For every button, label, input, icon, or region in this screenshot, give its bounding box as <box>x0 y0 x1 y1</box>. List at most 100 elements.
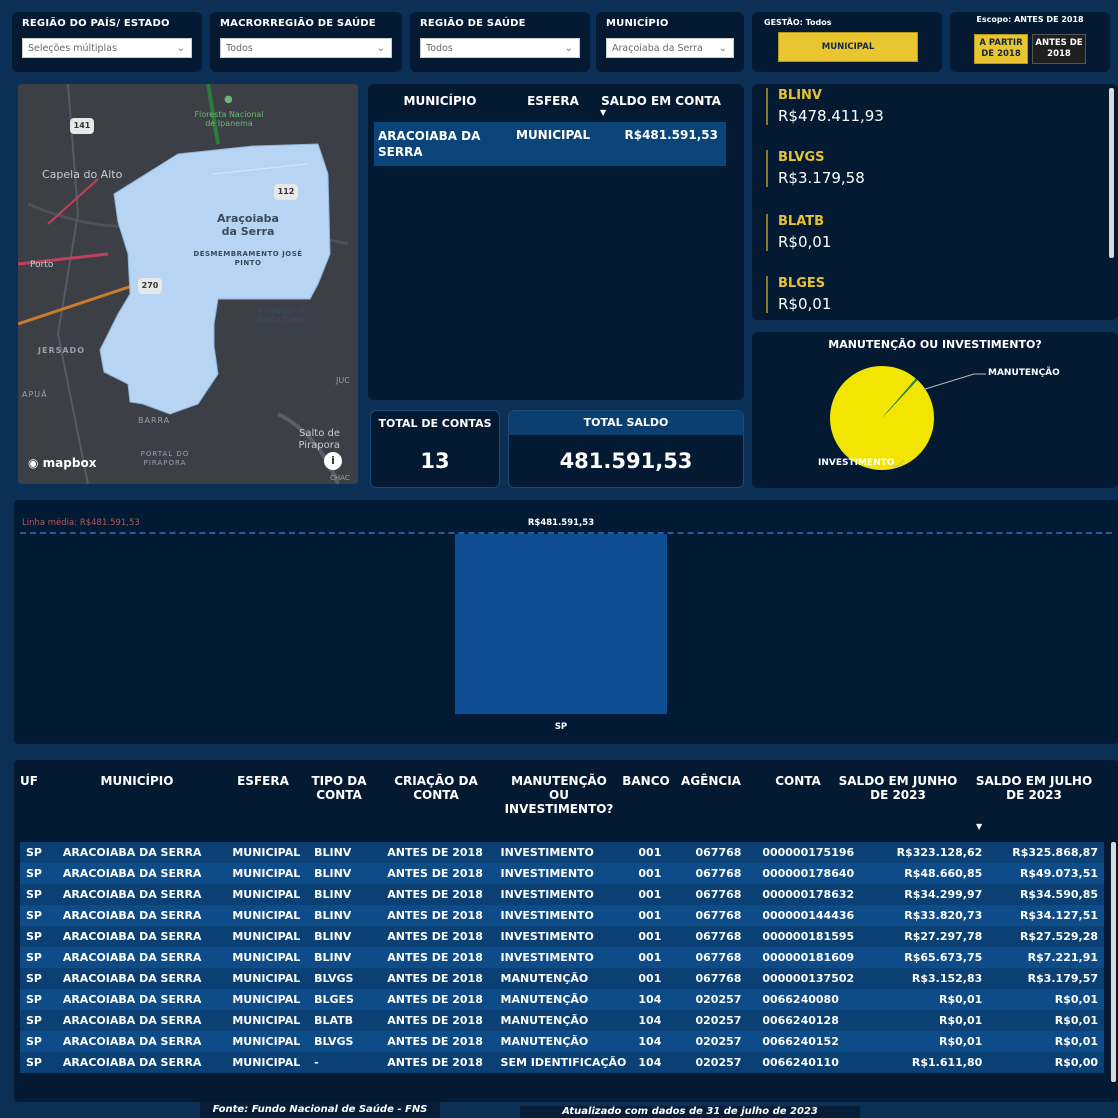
col-header-esfera[interactable]: ESFERA <box>228 774 298 788</box>
col-header-banco[interactable]: BANCO <box>618 774 674 788</box>
filter-label: MACRORREGIÃO DE SAÚDE <box>220 18 376 29</box>
pie-slice-investimento[interactable] <box>830 366 935 471</box>
cell-banco: 001 <box>638 888 662 901</box>
col-header-saldo[interactable]: SALDO EM CONTA <box>596 94 726 108</box>
col-header-tipo[interactable]: TIPO DA CONTA <box>304 774 374 802</box>
table-row[interactable]: SP ARACOIABA DA SERRA MUNICIPAL BLATB ANTES … <box>20 1010 1104 1031</box>
cell-agencia: 020257 <box>695 993 742 1006</box>
map-label: Porto <box>30 260 54 270</box>
mapbox-logo[interactable]: ◉ mapbox <box>28 456 96 470</box>
scrollbar[interactable] <box>1111 842 1116 1082</box>
municipio-table-panel: MUNICÍPIO ESFERA SALDO EM CONTA ▼ ARACOI… <box>368 84 744 400</box>
cell-conta: 000000181595 <box>762 930 855 943</box>
cell-tipo: - <box>314 1056 319 1069</box>
cell-municipio: ARACOIABA DA SERRA <box>62 1035 202 1048</box>
mapbox-icon: ◉ <box>28 456 39 470</box>
municipio-select[interactable]: Araçoiaba da Serra ⌄ <box>606 38 734 58</box>
road-shield: 270 <box>138 278 162 294</box>
cell-criacao: ANTES DE 2018 <box>387 930 483 943</box>
info-icon[interactable]: i <box>324 452 342 470</box>
map-canvas[interactable] <box>18 84 358 484</box>
cell-esfera: MUNICIPAL <box>516 128 591 142</box>
cell-uf: SP <box>26 1056 42 1069</box>
antes-2018-button[interactable]: ANTES DE 2018 <box>1032 34 1086 64</box>
chevron-down-icon: ⌄ <box>376 43 385 54</box>
map-panel[interactable]: Floresta Nacional de Ipanema ● Capela do… <box>18 84 358 484</box>
col-header-agencia[interactable]: AGÊNCIA <box>676 774 746 788</box>
table-row[interactable]: SP ARACOIABA DA SERRA MUNICIPAL BLINV ANTES … <box>20 842 1104 863</box>
macrorregiao-select[interactable]: Todos ⌄ <box>220 38 392 58</box>
cell-criacao: ANTES DE 2018 <box>387 846 483 859</box>
total-saldo-card: TOTAL SALDO 481.591,53 <box>508 410 744 488</box>
cell-esfera: MUNICIPAL <box>232 867 301 880</box>
cell-municipio: ARACOIABA DA SERRA <box>62 930 202 943</box>
card-value: R$0,01 <box>778 233 832 251</box>
cell-saldo-junho: R$27.297,78 <box>904 930 983 943</box>
table-row[interactable]: SP ARACOIABA DA SERRA MUNICIPAL - ANTES DE 2… <box>20 1052 1104 1073</box>
footer-updated: Atualizado com dados de 31 de julho de 2… <box>520 1106 860 1118</box>
col-header-esfera[interactable]: ESFERA <box>518 94 588 108</box>
road-shield: 112 <box>274 184 298 200</box>
chevron-down-icon: ⌄ <box>718 43 727 54</box>
scrollbar[interactable] <box>1109 88 1114 258</box>
regiao-saude-select[interactable]: Todos ⌄ <box>420 38 580 58</box>
average-line-label: Linha média: R$481.591,53 <box>22 518 140 528</box>
sort-desc-icon[interactable]: ▼ <box>976 822 982 831</box>
col-header-saldo-julho[interactable]: SALDO EM JULHO DE 2023 <box>974 774 1094 802</box>
pie-label-manutencao: MANUTENÇÃO <box>988 368 1060 378</box>
cell-tipo: BLINV <box>314 867 352 880</box>
table-row[interactable]: SP ARACOIABA DA SERRA MUNICIPAL BLINV ANTES … <box>20 947 1104 968</box>
cell-uf: SP <box>26 867 42 880</box>
card-blges: BLGES R$0,01 <box>766 276 831 313</box>
regiao-select[interactable]: Seleções múltiplas ⌄ <box>22 38 192 58</box>
sort-desc-icon[interactable]: ▼ <box>600 108 606 117</box>
cell-saldo-junho: R$34.299,97 <box>904 888 983 901</box>
col-header-municipio[interactable]: MUNICÍPIO <box>72 774 202 788</box>
col-header-criacao[interactable]: CRIAÇÃO DA CONTA <box>386 774 486 802</box>
a-partir-2018-button[interactable]: A PARTIR DE 2018 <box>974 34 1028 64</box>
cell-agencia: 067768 <box>695 951 742 964</box>
col-header-manutencao[interactable]: MANUTENÇÃO OU INVESTIMENTO? <box>504 774 614 816</box>
gestao-label: GESTÃO: Todos <box>764 18 832 27</box>
cell-saldo-julho: R$27.529,28 <box>1019 930 1098 943</box>
table-row[interactable]: SP ARACOIABA DA SERRA MUNICIPAL BLINV ANTES … <box>20 863 1104 884</box>
total-saldo-label: TOTAL SALDO <box>509 411 743 435</box>
cell-municipio: ARACOIABA DA SERRA <box>62 1056 202 1069</box>
cell-criacao: ANTES DE 2018 <box>387 951 483 964</box>
select-value: Seleções múltiplas <box>28 43 117 54</box>
cell-esfera: MUNICIPAL <box>232 909 301 922</box>
cell-saldo-julho: R$325.868,87 <box>1012 846 1098 859</box>
map-label: Floresta Nacional de Ipanema <box>194 110 264 128</box>
cell-tipo: BLINV <box>314 888 352 901</box>
table-row[interactable]: SP ARACOIABA DA SERRA MUNICIPAL BLVGS ANTES … <box>20 968 1104 989</box>
table-row[interactable]: ARACOIABA DA SERRA MUNICIPAL R$481.591,5… <box>374 122 726 166</box>
col-header-saldo-junho[interactable]: SALDO EM JUNHO DE 2023 <box>838 774 958 802</box>
filter-municipio: MUNICÍPIO Araçoiaba da Serra ⌄ <box>596 12 744 72</box>
select-value: Araçoiaba da Serra <box>612 43 703 54</box>
table-row[interactable]: SP ARACOIABA DA SERRA MUNICIPAL BLINV ANTES … <box>20 884 1104 905</box>
table-row[interactable]: SP ARACOIABA DA SERRA MUNICIPAL BLVGS ANTES … <box>20 1031 1104 1052</box>
bar-category-label: SP <box>554 722 568 732</box>
cell-conta: 0066240110 <box>762 1056 839 1069</box>
card-label: BLVGS <box>778 150 825 165</box>
table-row[interactable]: SP ARACOIABA DA SERRA MUNICIPAL BLINV ANTES … <box>20 905 1104 926</box>
filter-regiao: REGIÃO DO PAÍS/ ESTADO Seleções múltipla… <box>12 12 202 72</box>
pie-chart[interactable] <box>752 332 1118 488</box>
table-row[interactable]: SP ARACOIABA DA SERRA MUNICIPAL BLGES ANTES … <box>20 989 1104 1010</box>
card-value: R$478.411,93 <box>778 107 884 125</box>
col-header-uf[interactable]: UF <box>20 774 50 788</box>
cell-saldo-julho: R$0,01 <box>1054 993 1098 1006</box>
municipal-button[interactable]: MUNICIPAL <box>778 32 918 62</box>
card-label: BLATB <box>778 214 825 229</box>
total-contas-card: TOTAL DE CONTAS 13 <box>370 410 500 488</box>
cell-municipio: ARACOIABA DA SERRA <box>62 993 202 1006</box>
cell-manutencao: MANUTENÇÃO <box>500 1035 589 1048</box>
col-header-municipio[interactable]: MUNICÍPIO <box>390 94 490 108</box>
cell-saldo-julho: R$0,01 <box>1054 1014 1098 1027</box>
table-row[interactable]: SP ARACOIABA DA SERRA MUNICIPAL BLINV ANTES … <box>20 926 1104 947</box>
cell-criacao: ANTES DE 2018 <box>387 867 483 880</box>
col-header-conta[interactable]: CONTA <box>758 774 838 788</box>
cell-banco: 001 <box>638 909 662 922</box>
cell-agencia: 067768 <box>695 909 742 922</box>
bar-sp[interactable] <box>455 534 667 714</box>
